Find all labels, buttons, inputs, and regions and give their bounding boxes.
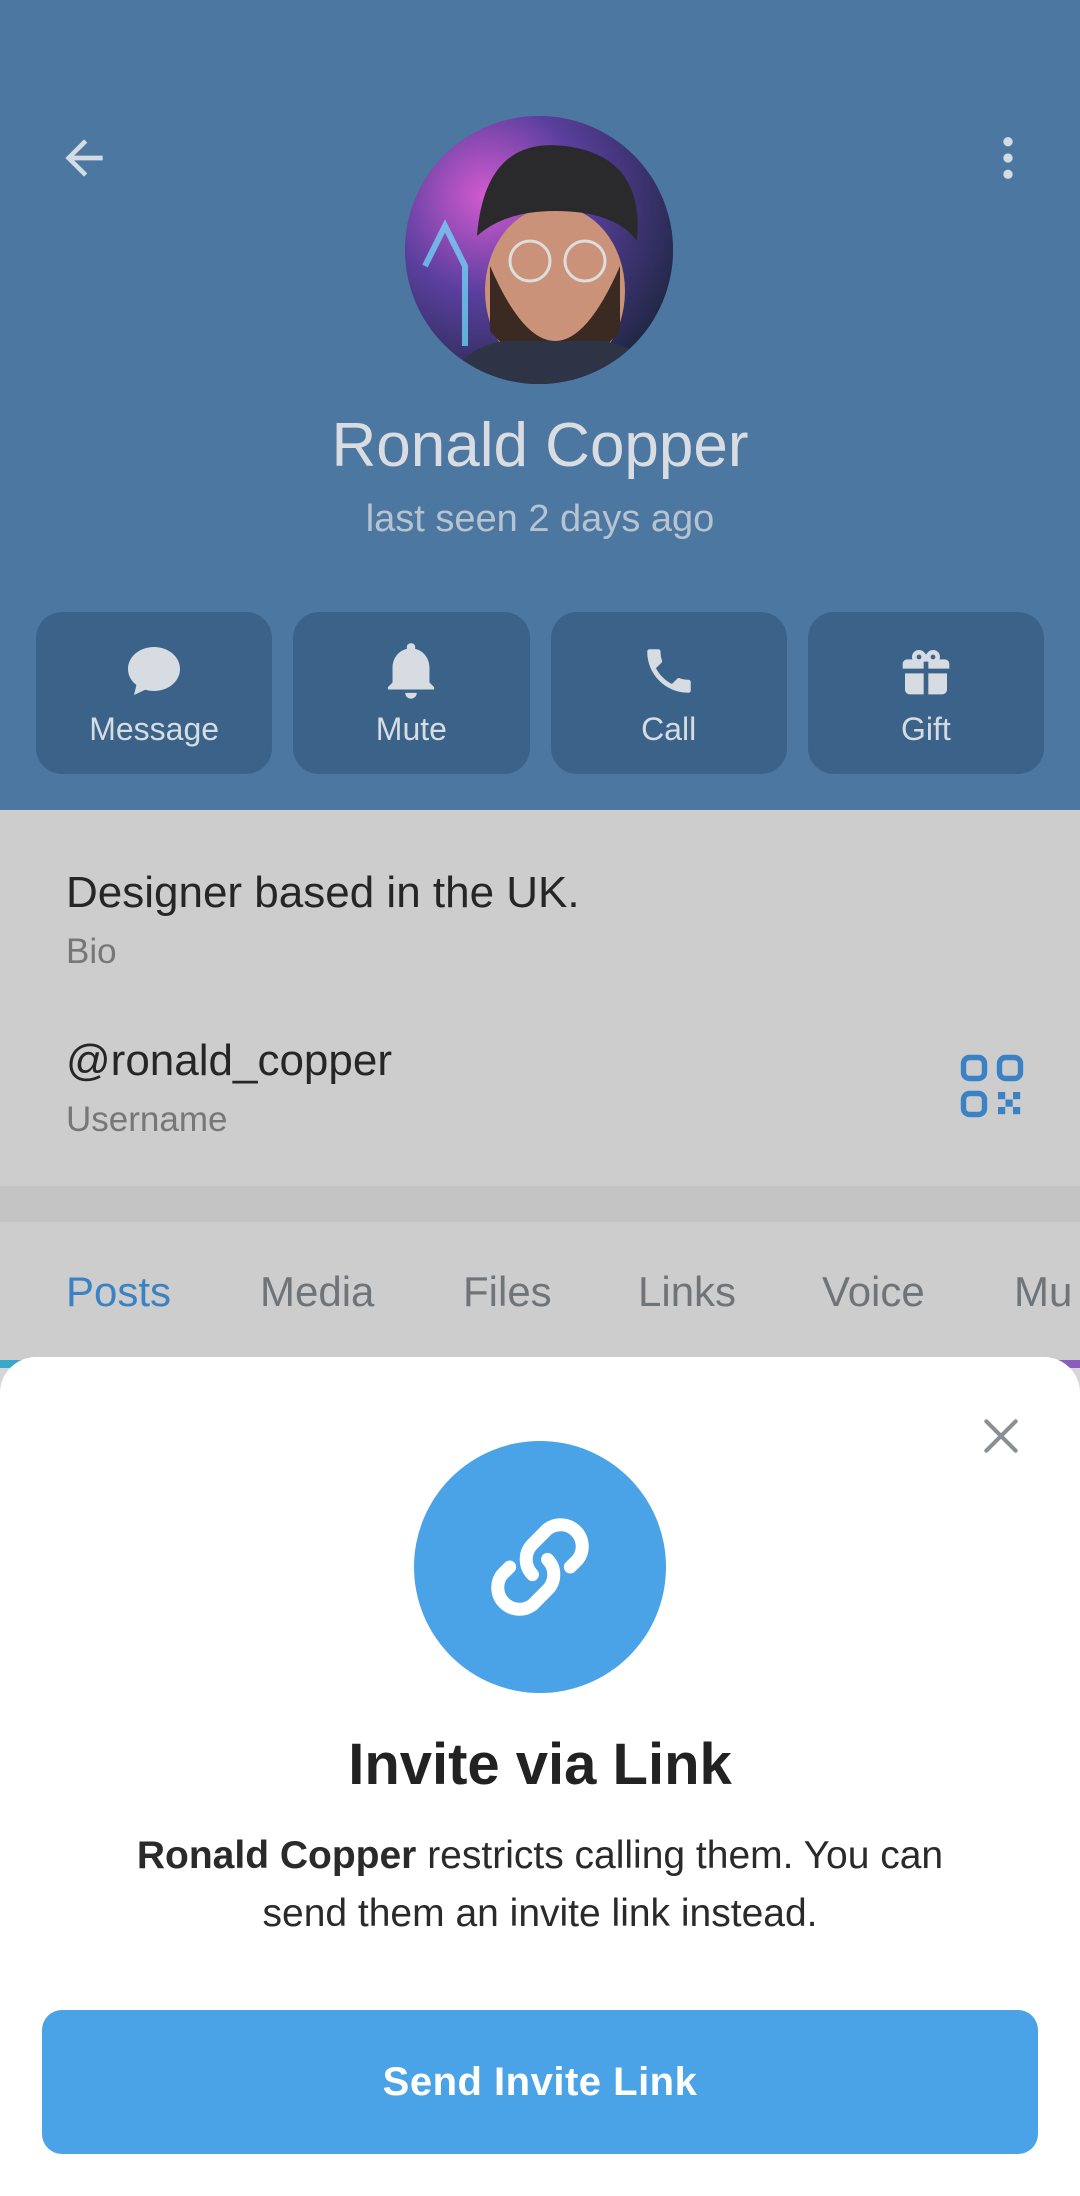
username-label: Username bbox=[66, 1100, 228, 1139]
restricted-user-name: Ronald Copper bbox=[136, 1834, 417, 1877]
gift-icon bbox=[894, 639, 958, 703]
call-label: Call bbox=[641, 710, 697, 747]
username-text[interactable]: @ronald_copper bbox=[66, 1036, 392, 1086]
tab-media[interactable]: Media bbox=[260, 1268, 374, 1316]
tab-posts[interactable]: Posts bbox=[66, 1268, 171, 1316]
avatar[interactable] bbox=[405, 116, 673, 384]
sheet-description: Ronald Copper restricts calling them. Yo… bbox=[120, 1827, 960, 1943]
profile-header: Ronald Copper last seen 2 days ago Messa… bbox=[0, 0, 1080, 810]
phone-icon bbox=[637, 639, 701, 703]
mute-button[interactable]: Mute bbox=[293, 612, 530, 774]
link-icon bbox=[491, 1518, 589, 1616]
tab-links[interactable]: Links bbox=[638, 1268, 736, 1316]
close-icon bbox=[984, 1419, 1018, 1453]
send-invite-link-button[interactable]: Send Invite Link bbox=[42, 2010, 1038, 2154]
qr-code-button[interactable] bbox=[956, 1050, 1028, 1122]
avatar-image bbox=[405, 116, 673, 384]
last-seen-status: last seen 2 days ago bbox=[365, 498, 715, 540]
bell-icon bbox=[379, 639, 443, 703]
arrow-left-icon bbox=[65, 139, 103, 177]
profile-name: Ronald Copper bbox=[331, 411, 749, 480]
chat-bubble-icon bbox=[122, 639, 186, 703]
more-vertical-icon bbox=[1003, 137, 1013, 179]
gift-label: Gift bbox=[900, 710, 951, 747]
invite-bottom-sheet: Invite via Link Ronald Copper restricts … bbox=[0, 1357, 1080, 2196]
back-button[interactable] bbox=[42, 116, 126, 200]
mute-label: Mute bbox=[375, 710, 447, 747]
action-buttons: Message Mute Call Gift bbox=[36, 612, 1044, 774]
link-badge bbox=[414, 1441, 666, 1693]
profile-info: Designer based in the UK. Bio @ronald_co… bbox=[0, 810, 1080, 1186]
media-tabs: Posts Media Files Links Voice Mu bbox=[0, 1222, 1080, 1366]
more-options-button[interactable] bbox=[966, 116, 1050, 200]
bio-text[interactable]: Designer based in the UK. bbox=[66, 868, 580, 918]
qr-code-icon bbox=[960, 1054, 1024, 1118]
message-label: Message bbox=[89, 710, 220, 747]
tab-files[interactable]: Files bbox=[463, 1268, 552, 1316]
gift-button[interactable]: Gift bbox=[807, 612, 1044, 774]
bio-label: Bio bbox=[66, 932, 117, 971]
message-button[interactable]: Message bbox=[36, 612, 273, 774]
sheet-title: Invite via Link bbox=[348, 1732, 732, 1797]
call-button[interactable]: Call bbox=[550, 612, 787, 774]
section-divider bbox=[0, 1186, 1080, 1222]
tab-voice[interactable]: Voice bbox=[822, 1268, 925, 1316]
close-button[interactable] bbox=[966, 1401, 1036, 1471]
tab-music[interactable]: Mu bbox=[1014, 1268, 1072, 1316]
